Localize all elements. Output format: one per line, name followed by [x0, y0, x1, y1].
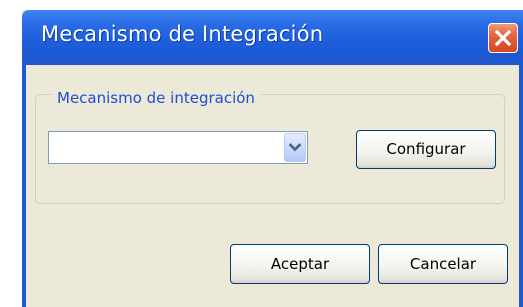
window-frame-left	[22, 65, 26, 307]
window-frame-right	[519, 65, 523, 307]
group-label: Mecanismo de integración	[52, 89, 261, 107]
integration-mechanism-select[interactable]	[48, 131, 308, 164]
close-button[interactable]	[488, 23, 518, 53]
configure-button[interactable]: Configurar	[356, 130, 496, 169]
cancel-button[interactable]: Cancelar	[378, 244, 508, 284]
accept-button[interactable]: Aceptar	[230, 244, 370, 284]
select-dropdown-button[interactable]	[284, 133, 306, 162]
dialog-window: Mecanismo de Integración Mecanismo de in…	[22, 10, 523, 307]
close-icon	[494, 29, 512, 47]
title-bar[interactable]: Mecanismo de Integración	[22, 10, 523, 65]
dialog-title: Mecanismo de Integración	[41, 22, 324, 46]
chevron-down-icon	[289, 143, 301, 152]
